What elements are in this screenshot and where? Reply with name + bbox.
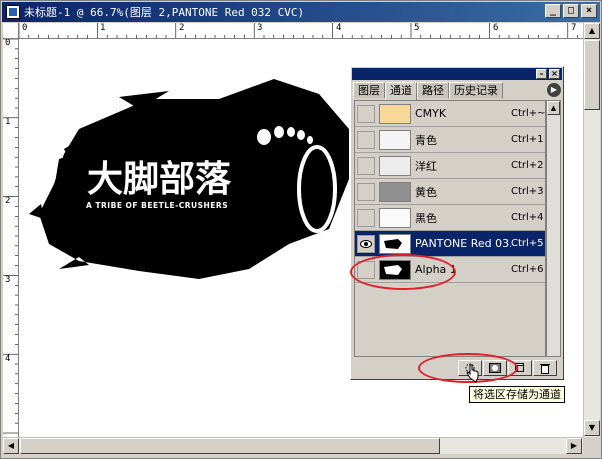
channel-name: 青色 [415, 133, 437, 147]
vertical-ruler[interactable]: 0 1 2 3 4 [3, 39, 19, 437]
delete-channel-icon[interactable] [533, 360, 557, 376]
ruler-tick-label: 2 [5, 196, 11, 206]
list-scroll-up-button[interactable]: ▲ [547, 101, 560, 115]
channel-shortcut: Ctrl+4 [511, 212, 544, 223]
channels-palette: – × 图层 通道 路径 历史记录 ▶ CMYK Ctrl+~ 青色 Ctrl+… [350, 66, 564, 380]
ruler-tick-label: 4 [5, 354, 11, 364]
palette-close-button[interactable]: × [549, 69, 560, 79]
window-controls: _ □ × [545, 4, 597, 18]
tab-layers[interactable]: 图层 [353, 82, 385, 99]
trash-glyph [540, 363, 550, 374]
photoshop-document-icon[interactable] [6, 5, 20, 19]
channel-row-black[interactable]: 黑色 Ctrl+4 [355, 205, 545, 231]
window-title: 未标题-1 @ 66.7%(图层 2,PANTONE Red 032 CVC) [24, 6, 305, 19]
palette-menu-arrow-icon[interactable]: ▶ [547, 83, 561, 97]
channel-thumbnail [379, 155, 411, 176]
logo-title: 大脚部落 [87, 159, 232, 200]
horizontal-scroll-thumb[interactable] [20, 438, 440, 454]
scroll-up-button[interactable]: ▲ [584, 23, 600, 39]
ruler-tick-label: 7 [571, 23, 577, 33]
channel-row-yellow[interactable]: 黄色 Ctrl+3 [355, 179, 545, 205]
highlight-oval-alpha [350, 254, 456, 290]
channel-name: 黄色 [415, 185, 437, 199]
channel-name: PANTONE Red 03... [415, 237, 511, 250]
ruler-tick-label: 2 [179, 23, 185, 33]
channel-name: 黑色 [415, 211, 437, 225]
channel-thumbnail [379, 233, 411, 254]
palette-tabs: 图层 通道 路径 历史记录 ▶ [353, 82, 561, 100]
palette-title-bar[interactable]: – × [352, 68, 562, 80]
channel-thumbnail [379, 129, 411, 150]
horizontal-ruler[interactable]: 0 1 2 3 4 5 6 7 [19, 23, 583, 39]
channel-thumbnail [379, 103, 411, 124]
minimize-button[interactable]: _ [545, 4, 561, 18]
ruler-ticks-vertical [3, 39, 18, 434]
channel-name: CMYK [415, 107, 447, 120]
eye-glyph [360, 239, 372, 248]
ruler-tick-label: 5 [414, 23, 420, 33]
ruler-tick-label: 1 [100, 23, 106, 33]
channel-shortcut: Ctrl+5 [511, 238, 544, 249]
visibility-toggle[interactable] [357, 156, 375, 175]
ruler-tick-label: 0 [22, 23, 28, 33]
ruler-tick-label: 0 [5, 39, 11, 48]
channel-shortcut: Ctrl+6 [511, 264, 544, 275]
channel-thumbnail [379, 207, 411, 228]
vertical-scrollbar[interactable]: ▲ ▼ [583, 23, 600, 437]
vertical-scroll-thumb[interactable] [584, 40, 600, 110]
channel-shortcut: Ctrl+1 [511, 134, 544, 145]
close-button[interactable]: × [581, 4, 597, 18]
scroll-left-button[interactable]: ◀ [3, 438, 19, 454]
visibility-toggle[interactable] [357, 182, 375, 201]
horizontal-scrollbar[interactable]: ◀ ▶ [3, 437, 583, 454]
channel-row-cyan[interactable]: 青色 Ctrl+1 [355, 127, 545, 153]
tab-history[interactable]: 历史记录 [449, 82, 503, 99]
channel-row-pantone[interactable]: PANTONE Red 03... Ctrl+5 [355, 231, 545, 257]
tab-paths[interactable]: 路径 [417, 82, 449, 99]
channel-list: CMYK Ctrl+~ 青色 Ctrl+1 洋红 Ctrl+2 黄色 Ctrl+… [354, 100, 546, 357]
tooltip: 将选区存储为通道 [469, 386, 565, 403]
ruler-tick-label: 3 [257, 23, 263, 33]
scroll-down-button[interactable]: ▼ [584, 420, 600, 436]
channel-shortcut: Ctrl+2 [511, 160, 544, 171]
logo-subtitle: A TRIBE OF BEETLE-CRUSHERS [86, 201, 228, 210]
channel-name: 洋红 [415, 159, 437, 173]
tab-channels[interactable]: 通道 [385, 82, 417, 100]
visibility-toggle[interactable] [357, 104, 375, 123]
visibility-toggle[interactable] [357, 130, 375, 149]
ruler-origin[interactable] [3, 23, 19, 39]
scroll-right-button[interactable]: ▶ [566, 438, 582, 454]
channel-list-scrollbar[interactable]: ▲ [546, 100, 561, 357]
palette-minimize-button[interactable]: – [536, 69, 547, 79]
eye-icon[interactable] [357, 234, 375, 253]
title-bar[interactable]: 未标题-1 @ 66.7%(图层 2,PANTONE Red 032 CVC) … [2, 2, 600, 22]
resize-grip[interactable] [583, 437, 600, 454]
ruler-tick-label: 4 [336, 23, 342, 33]
channel-row-magenta[interactable]: 洋红 Ctrl+2 [355, 153, 545, 179]
hand-cursor-icon [466, 364, 479, 383]
channel-row-cmyk[interactable]: CMYK Ctrl+~ [355, 101, 546, 127]
channel-shortcut: Ctrl+3 [511, 186, 544, 197]
thumbnail-art [384, 238, 402, 249]
ruler-tick-label: 6 [493, 23, 499, 33]
ruler-tick-label: 3 [5, 275, 11, 285]
visibility-toggle[interactable] [357, 208, 375, 227]
channel-shortcut: Ctrl+~ [511, 108, 546, 119]
maximize-button[interactable]: □ [563, 4, 579, 18]
channel-thumbnail [379, 181, 411, 202]
ruler-tick-label: 1 [5, 117, 11, 127]
